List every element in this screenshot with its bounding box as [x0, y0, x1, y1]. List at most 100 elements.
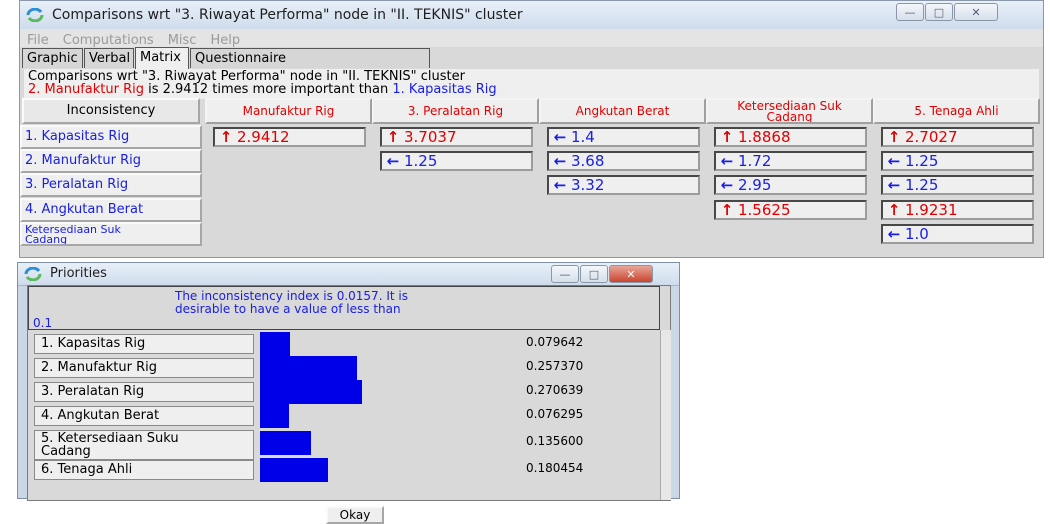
tab-graphic[interactable]: Graphic [22, 48, 83, 68]
window-titlebar[interactable]: Comparisons wrt "3. Riwayat Performa" no… [20, 1, 1043, 30]
tab-matrix[interactable]: Matrix [135, 47, 189, 70]
matrix-cell-value: 1.9231 [905, 201, 958, 219]
matrix-cell[interactable]: ↑ 3.7037 [380, 127, 533, 147]
priority-label-text: 6. Tenaga Ahli [41, 462, 133, 477]
priority-value: 0.135600 [526, 434, 584, 448]
matrix-cell[interactable]: ← 1.0 [881, 224, 1034, 244]
inconsistency-button[interactable]: Inconsistency [22, 98, 200, 124]
column-header-label: Cadang [766, 110, 813, 124]
priorities-titlebar[interactable]: Priorities — □ ✕ [18, 263, 679, 286]
row-header[interactable]: 4. Angkutan Berat [20, 198, 202, 222]
matrix-cell[interactable]: ← 3.68 [547, 151, 700, 171]
red-up-arrow-icon: ↑ [219, 128, 233, 146]
matrix-cell[interactable]: ← 1.25 [881, 175, 1034, 195]
matrix-cell-value: 1.25 [404, 152, 438, 170]
comparison-info: Comparisons wrt "3. Riwayat Performa" no… [24, 69, 1039, 99]
priority-label-text: 3. Peralatan Rig [41, 384, 145, 399]
matrix-cell[interactable]: ↑ 1.8868 [714, 127, 867, 147]
column-header[interactable]: Ketersediaan Suk Cadang [706, 98, 873, 124]
row-header-label: 1. Kapasitas Rig [25, 129, 130, 144]
priority-row: 1. Kapasitas Rig 0.079642 [28, 332, 660, 356]
priority-label: 1. Kapasitas Rig [34, 334, 254, 354]
priority-bar [260, 404, 289, 428]
priority-label: 4. Angkutan Berat [34, 406, 254, 426]
minimize-button[interactable]: — [896, 3, 924, 21]
column-header-label: 3. Peralatan Rig [407, 104, 504, 118]
vertical-scrollbar[interactable] [660, 330, 671, 500]
blue-left-arrow-icon: ← [386, 152, 400, 170]
column-header[interactable]: 5. Tenaga Ahli [873, 98, 1040, 124]
matrix-cell[interactable]: ↑ 2.7027 [881, 127, 1034, 147]
okay-button[interactable]: Okay [326, 506, 384, 524]
matrix-cell-value: 1.25 [905, 152, 939, 170]
blue-left-arrow-icon: ← [553, 176, 567, 194]
red-up-arrow-icon: ↑ [887, 201, 901, 219]
matrix-cell-value: 2.7027 [905, 128, 958, 146]
priority-row: 3. Peralatan Rig 0.270639 [28, 380, 660, 404]
matrix-cell[interactable]: ↑ 2.9412 [213, 127, 366, 147]
info-node-b: 1. Kapasitas Rig [392, 82, 497, 97]
priority-row: 2. Manufaktur Rig 0.257370 [28, 356, 660, 380]
column-header[interactable]: Manufaktur Rig [205, 98, 372, 124]
priority-value: 0.180454 [526, 461, 584, 475]
tab-row: Graphic Verbal Matrix Questionnaire [20, 47, 1043, 70]
priority-bar [260, 380, 362, 404]
info-middle: is 2.9412 times more important than [143, 82, 393, 97]
maximize-button[interactable]: □ [580, 265, 608, 283]
tab-verbal[interactable]: Verbal [84, 48, 134, 68]
matrix-cell[interactable]: ← 2.95 [714, 175, 867, 195]
priority-bar [260, 431, 311, 455]
app-icon [24, 267, 42, 281]
inconsistency-note-text: The inconsistency index is 0.0157. It is… [175, 289, 408, 316]
matrix-cell-value: 1.25 [905, 176, 939, 194]
matrix-cell[interactable]: ↑ 1.5625 [714, 200, 867, 220]
blue-left-arrow-icon: ← [720, 176, 734, 194]
matrix-cell[interactable]: ← 1.72 [714, 151, 867, 171]
info-node-a: 2. Manufaktur Rig [28, 82, 144, 97]
matrix-cell-value: 1.8868 [738, 128, 791, 146]
matrix-cell-value: 3.7037 [404, 128, 457, 146]
menu-bar: File Computations Misc Help [20, 29, 1043, 48]
matrix-cell[interactable]: ← 1.25 [380, 151, 533, 171]
red-up-arrow-icon: ↑ [386, 128, 400, 146]
matrix-cell-value: 1.72 [738, 152, 772, 170]
red-up-arrow-icon: ↑ [887, 128, 901, 146]
column-header[interactable]: 3. Peralatan Rig [372, 98, 539, 124]
column-header-label: 5. Tenaga Ahli [914, 104, 999, 118]
maximize-button[interactable]: □ [925, 3, 953, 21]
row-header-label: Cadang [25, 233, 68, 246]
close-button[interactable]: ✕ [954, 3, 998, 21]
row-header[interactable]: 3. Peralatan Rig [20, 173, 202, 197]
priority-row: 5. Ketersediaan Suku Cadang 0.135600 [28, 428, 660, 460]
priority-value: 0.079642 [526, 335, 584, 349]
priority-label: 5. Ketersediaan Suku Cadang [34, 430, 254, 460]
blue-left-arrow-icon: ← [887, 176, 901, 194]
column-header[interactable]: Angkutan Berat [539, 98, 706, 124]
priorities-title: Priorities [50, 266, 107, 281]
minimize-button[interactable]: — [551, 265, 579, 283]
row-header[interactable]: 2. Manufaktur Rig [20, 149, 202, 173]
matrix-cell[interactable]: ← 3.32 [547, 175, 700, 195]
matrix-cell-value: 2.95 [738, 176, 772, 194]
matrix-cell-value: 1.4 [571, 128, 595, 146]
priority-label: 6. Tenaga Ahli [34, 460, 254, 480]
row-header-label: 3. Peralatan Rig [25, 177, 129, 192]
column-header-label: Manufaktur Rig [242, 104, 335, 118]
info-line-2: 2. Manufaktur Rig is 2.9412 times more i… [28, 82, 497, 97]
matrix-cell[interactable]: ↑ 1.9231 [881, 200, 1034, 220]
priority-row: 6. Tenaga Ahli 0.180454 [28, 458, 660, 482]
row-header[interactable]: 1. Kapasitas Rig [20, 125, 202, 149]
blue-left-arrow-icon: ← [553, 128, 567, 146]
row-header[interactable]: Ketersediaan Suk Cadang [20, 222, 202, 246]
priority-bar [260, 458, 328, 482]
matrix-cell-value: 2.9412 [237, 128, 290, 146]
app-icon [26, 8, 44, 22]
matrix-cell[interactable]: ← 1.25 [881, 151, 1034, 171]
close-button[interactable]: ✕ [609, 265, 653, 283]
tab-questionnaire[interactable]: Questionnaire [190, 48, 430, 68]
matrix-cell-value: 1.0 [905, 225, 929, 243]
row-header-label: 4. Angkutan Berat [25, 202, 144, 217]
priority-bar [260, 356, 357, 380]
matrix-cell[interactable]: ← 1.4 [547, 127, 700, 147]
priority-label-text: 1. Kapasitas Rig [41, 336, 146, 351]
